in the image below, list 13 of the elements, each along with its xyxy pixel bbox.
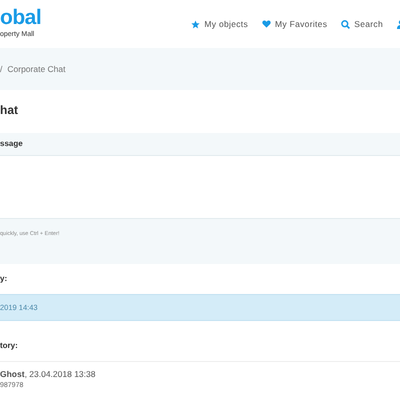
section-heading: tory:: [0, 340, 19, 352]
page-title: hat: [0, 102, 19, 119]
section-heading: y:: [0, 273, 8, 285]
search-icon: [341, 20, 350, 28]
breadcrumb-separator: /: [0, 64, 2, 74]
panel-heading: ssage: [0, 133, 400, 156]
star-icon: [191, 20, 200, 28]
entry-author: Ghost, 23.04.2018 13:38: [0, 368, 96, 380]
nav-link[interactable]: Search: [341, 19, 383, 29]
nav-link[interactable]: My Favorites: [262, 19, 328, 29]
heart-icon: [262, 20, 272, 28]
nav-link[interactable]: My objects: [191, 19, 248, 29]
breadcrumb-current: Corporate Chat: [7, 64, 66, 74]
